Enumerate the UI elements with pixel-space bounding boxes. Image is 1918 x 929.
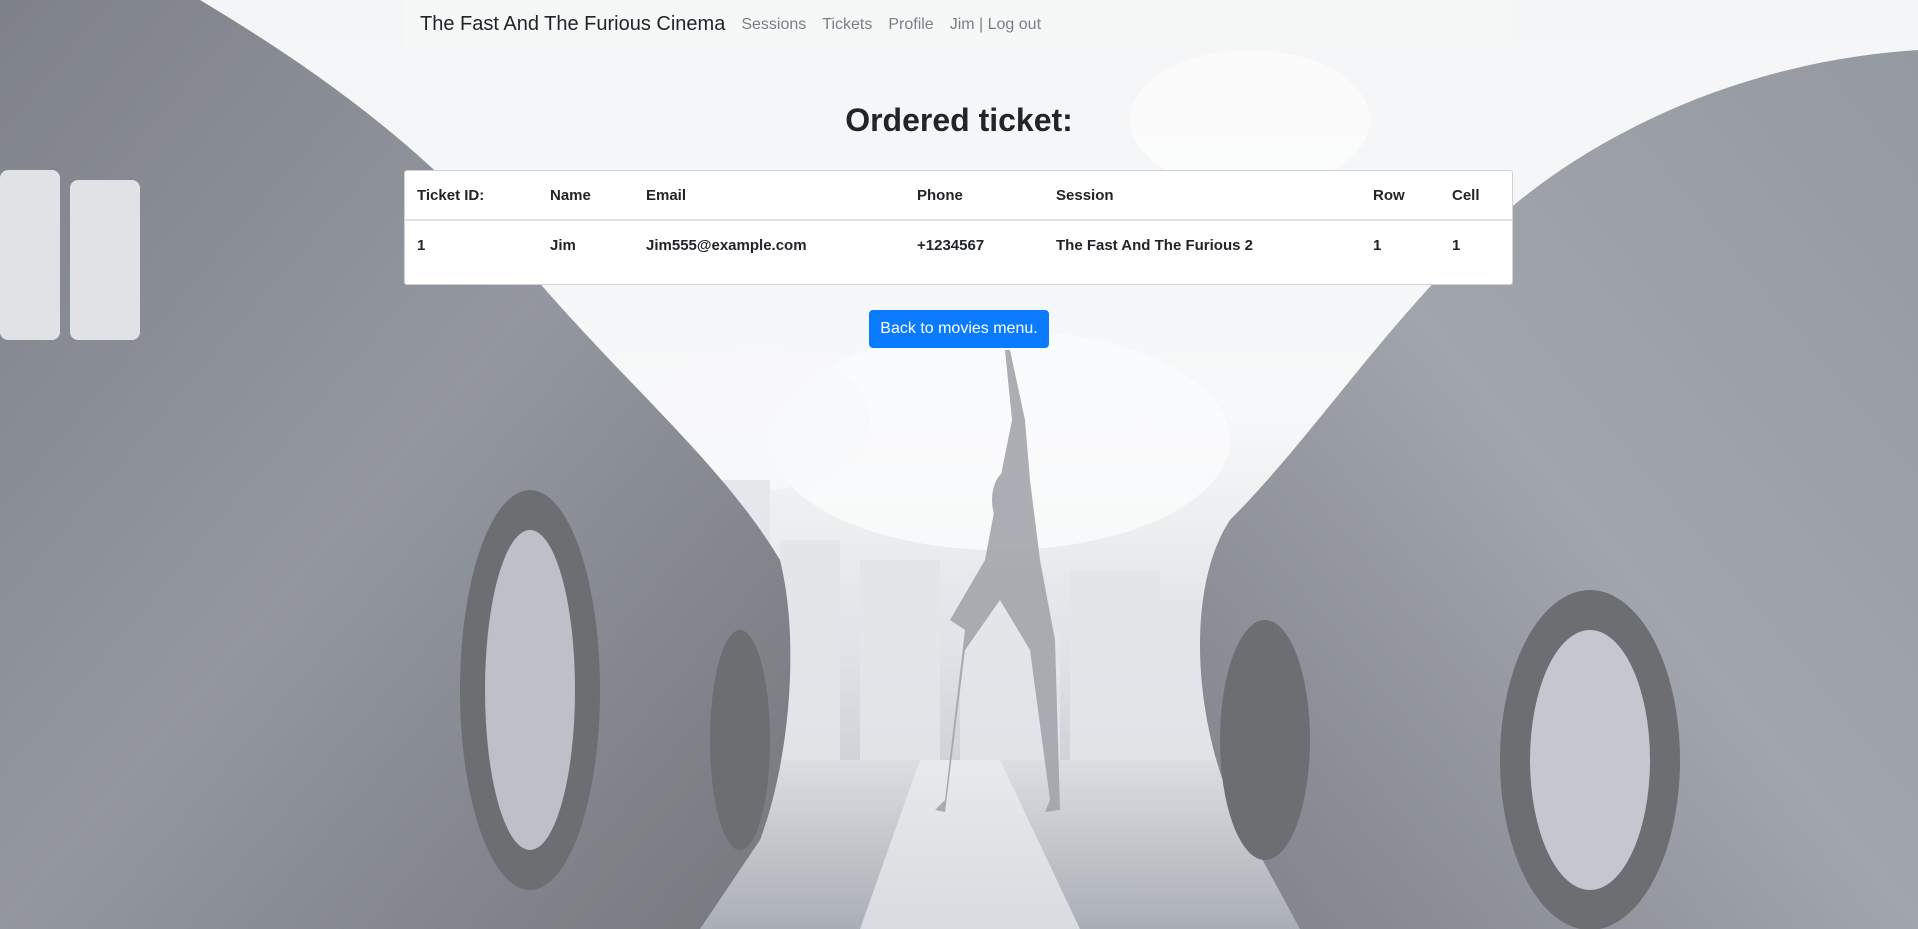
cell-email: Jim555@example.com xyxy=(646,237,807,254)
page-title: Ordered ticket: xyxy=(845,102,1073,138)
header-row: Row xyxy=(1361,171,1440,221)
header-email: Email xyxy=(634,171,905,221)
nav-links: Sessions Tickets Profile Jim | Log out xyxy=(733,16,1049,34)
header-ticket-id: Ticket ID: xyxy=(405,171,538,221)
table-header-row: Ticket ID: Name Email Phone Session Row … xyxy=(405,171,1512,221)
nav-link-logout[interactable]: Jim | Log out xyxy=(942,16,1049,34)
cell-phone: +1234567 xyxy=(917,237,985,254)
ticket-table: Ticket ID: Name Email Phone Session Row … xyxy=(405,171,1512,270)
cell-name: Jim xyxy=(550,237,576,254)
header-phone: Phone xyxy=(905,171,1044,221)
nav-link-profile[interactable]: Profile xyxy=(880,16,941,34)
ticket-table-card: Ticket ID: Name Email Phone Session Row … xyxy=(404,170,1513,285)
navbar: The Fast And The Furious Cinema Sessions… xyxy=(405,0,1513,48)
back-to-movies-button[interactable]: Back to movies menu. xyxy=(869,310,1049,348)
cell-session: The Fast And The Furious 2 xyxy=(1056,237,1253,254)
brand-link[interactable]: The Fast And The Furious Cinema xyxy=(420,13,725,36)
header-session: Session xyxy=(1044,171,1361,221)
table-row: 1 Jim Jim555@example.com +1234567 The Fa… xyxy=(405,220,1512,270)
nav-link-tickets[interactable]: Tickets xyxy=(814,16,880,34)
header-name: Name xyxy=(538,171,634,221)
cell-cell: 1 xyxy=(1452,237,1461,254)
header-cell: Cell xyxy=(1440,171,1512,221)
cell-ticket-id: 1 xyxy=(417,237,426,254)
nav-link-sessions[interactable]: Sessions xyxy=(733,16,814,34)
cell-row: 1 xyxy=(1373,237,1382,254)
